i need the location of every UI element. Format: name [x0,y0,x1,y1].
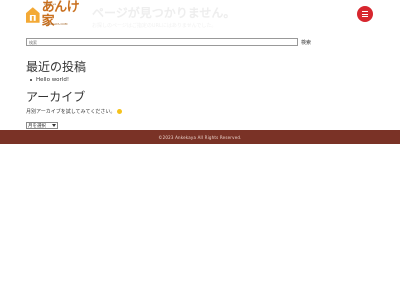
bullet-icon [30,79,32,81]
page-title: ページが見つかりません。 [92,6,236,20]
house-icon [26,7,40,23]
search-input[interactable] [26,38,298,46]
recent-posts-heading: 最近の投稿 [26,60,87,74]
chevron-down-icon [52,124,56,127]
site-footer: ©2023 Ankekaya All Rights Reserved. [0,130,400,144]
month-select-value: 月を選択 [28,123,46,129]
menu-button[interactable] [357,6,373,22]
hamburger-icon-line [362,10,368,12]
archive-heading: アーカイブ [26,90,86,104]
site-header: あんけ家 Anke-ya ANKEKAYA.COM ページが見つかりません。 お… [0,0,400,34]
logo-subtext: ANKEKAYA.COM [44,22,68,26]
post-link[interactable]: Hello world! [36,77,69,83]
month-select[interactable]: 月を選択 [26,122,58,129]
logo-tagline: Anke-ya [44,2,57,6]
copyright-text: ©2023 Ankekaya All Rights Reserved. [158,134,242,140]
list-item[interactable]: Hello world! [30,77,69,83]
recent-posts-list: Hello world! [30,77,69,83]
hamburger-icon-line [362,16,368,18]
hamburger-icon-line [362,13,368,15]
archive-description: 月別アーカイブを試してみてください。 [26,108,123,115]
search-button[interactable]: 検索 [301,39,311,46]
page-subtitle: お探しのページはご指定のURLにはありませんでした。 [92,23,217,29]
smile-icon [117,109,123,114]
search-form: 検索 [26,38,374,46]
archive-description-text: 月別アーカイブを試してみてください。 [26,109,116,115]
